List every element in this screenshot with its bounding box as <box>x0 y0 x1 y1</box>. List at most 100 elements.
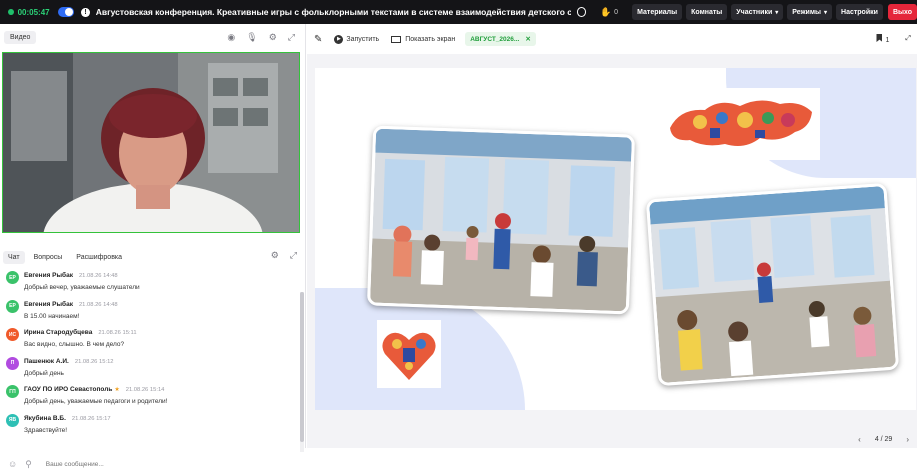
recording-indicator-icon <box>8 9 14 15</box>
tab-questions[interactable]: Вопросы <box>29 251 68 264</box>
modes-menu-button[interactable]: Режимы ▾ <box>787 4 833 20</box>
message-author: Ирина Стародубцева <box>24 329 93 336</box>
message-time: 21.08.26 15:17 <box>71 415 111 422</box>
avatar: ЕР <box>6 299 19 313</box>
avatar: ГП <box>6 385 19 398</box>
page-navigation: ‹ 4 / 29 › <box>307 430 917 448</box>
avatar: ЯВ <box>6 413 19 427</box>
kids-activity-photo <box>366 125 636 315</box>
top-bar: 00:05:47 ! Августовская конференция. Кре… <box>0 0 917 24</box>
message-text: Добрый день <box>24 369 64 377</box>
expand-icon[interactable]: ⤢ <box>290 250 297 261</box>
expand-icon[interactable]: ⤢ <box>905 35 911 43</box>
expand-icon[interactable]: ⤢ <box>288 32 295 43</box>
chat-scrollbar-thumb[interactable] <box>300 292 304 442</box>
message-time: 21.08.26 15:12 <box>74 358 114 365</box>
presentation-slide <box>315 68 916 410</box>
bookmark-icon <box>876 34 883 42</box>
message-time: 21.08.26 14:48 <box>78 301 118 308</box>
participants-menu-label: Участники <box>736 8 773 16</box>
chat-message: ЯВ Якубина В.Б. 21.08.26 15:17 Здравствуй… <box>0 411 300 440</box>
video-label: Видео <box>4 31 37 44</box>
video-header: Видео ◉ 🎙 ⚙ ⤢ <box>0 24 305 51</box>
avatar: П <box>6 356 19 370</box>
folk-map-image <box>670 100 812 146</box>
modes-menu-label: Режимы <box>792 8 821 16</box>
prev-page-button[interactable]: ‹ <box>858 435 861 444</box>
share-screen-label: Показать экран <box>405 35 456 43</box>
kids-floor-photo-image <box>648 186 897 383</box>
presentation-toolbar: ✎ ▶ Запустить Показать экран АВГУСТ_2026… <box>307 24 917 54</box>
message-time: 21.08.26 15:11 <box>98 330 137 336</box>
message-text: Здравствуйте! <box>24 426 68 434</box>
folk-map-illustration <box>660 88 820 160</box>
tab-transcription[interactable]: Расшифровка <box>71 251 127 264</box>
raised-hand-count: 0 <box>614 8 619 16</box>
attach-icon[interactable]: ⚲ <box>25 459 32 470</box>
file-chip[interactable]: АВГУСТ_2026... ✕ <box>465 32 536 46</box>
speaker-video-image <box>3 53 299 232</box>
materials-menu-label: Материалы <box>637 8 678 16</box>
monitor-icon <box>391 35 402 43</box>
message-author: Пашенюк А.И. <box>24 357 69 365</box>
chevron-down-icon: ▾ <box>775 9 779 16</box>
conference-title: Августовская конференция. Креативные игр… <box>95 7 571 17</box>
raised-hand-icon[interactable]: ✋ <box>600 7 611 18</box>
presentation-panel: ✎ ▶ Запустить Показать экран АВГУСТ_2026… <box>307 24 917 448</box>
chat-message: ЕР Евгения Рыбак 21.08.26 14:48 В 15.00 н… <box>0 297 300 326</box>
message-text: Добрый вечер, уважаемые слушатели <box>24 284 140 291</box>
tab-chat[interactable]: Чат <box>3 250 25 264</box>
brush-icon[interactable]: ✎ <box>314 34 322 45</box>
bookmark-count: 1 <box>885 37 890 44</box>
run-button[interactable]: ▶ Запустить <box>334 34 380 44</box>
message-time: 21.08.26 15:14 <box>125 387 165 393</box>
page-indicator: 4 / 29 <box>874 435 893 443</box>
gear-icon[interactable]: ⚙ <box>269 32 277 43</box>
message-time: 21.08.26 14:48 <box>78 273 118 279</box>
gear-icon[interactable]: ⚙ <box>271 250 279 261</box>
chat-input-row: ☺ ⚲ <box>0 456 306 472</box>
camera-icon[interactable]: ◉ <box>227 32 235 43</box>
share-screen-button[interactable]: Показать экран <box>391 35 456 43</box>
broadcast-toggle[interactable] <box>57 7 75 17</box>
avatar: ИС <box>6 328 19 341</box>
star-icon: ★ <box>114 387 120 393</box>
message-author: Якубина В.Б. <box>24 414 66 422</box>
chat-message: ГП ГАОУ ПО ИРО Севастополь ★ 21.08.26 15:1… <box>0 382 300 411</box>
message-author: ГАОУ ПО ИРО Севастополь <box>24 386 113 393</box>
rooms-menu-label: Комнаты <box>691 8 723 16</box>
folk-heart-image <box>382 332 436 380</box>
message-text: Вас видно, слышно. В чем дело? <box>24 341 125 348</box>
chat-message: ЕР Евгения Рыбак 21.08.26 14:48 Добрый ве… <box>0 268 300 297</box>
chat-message: ИС Ирина Стародубцева 21.08.26 15:11 Вас … <box>0 325 300 354</box>
next-page-button[interactable]: › <box>906 435 909 444</box>
participants-menu-button[interactable]: Участники ▾ <box>731 4 784 20</box>
bookmark-button[interactable]: 1 <box>876 34 889 44</box>
materials-menu-button[interactable]: Материалы <box>632 4 683 20</box>
video-controls: ◉ 🎙 ⚙ ⤢ <box>227 32 295 43</box>
settings-menu-label: Настройки <box>841 8 878 16</box>
smile-icon[interactable]: ☺ <box>8 459 17 469</box>
kids-play-photo <box>645 182 900 387</box>
left-panel: Видео ◉ 🎙 ⚙ ⤢ Чат Вопросы Расшифровка ⚙ … <box>0 24 306 469</box>
exit-button[interactable]: Выхо <box>887 4 917 20</box>
close-icon[interactable]: ✕ <box>525 35 530 43</box>
file-chip-label: АВГУСТ_2026... <box>470 35 520 43</box>
rooms-menu-button[interactable]: Комнаты <box>686 4 728 20</box>
emoji-reaction-icon[interactable] <box>576 7 586 17</box>
microphone-icon[interactable]: 🎙 <box>246 32 257 43</box>
message-text: Добрый день, уважаемые педагоги и родите… <box>24 398 168 405</box>
speaker-video[interactable] <box>2 52 300 233</box>
message-text: В 15.00 начинаем! <box>24 312 80 320</box>
chat-message: П Пашенюк А.И. 21.08.26 15:12 Добрый день <box>0 354 300 383</box>
chat-tabs: Чат Вопросы Расшифровка <box>0 248 306 266</box>
toolbar-right: 1 ⤢ <box>876 34 911 44</box>
chat-message-list[interactable]: ЕР Евгения Рыбак 21.08.26 14:48 Добрый ве… <box>0 268 300 452</box>
settings-menu-button[interactable]: Настройки <box>836 4 883 20</box>
info-icon[interactable]: ! <box>81 7 90 17</box>
play-icon: ▶ <box>334 34 344 44</box>
folk-heart-illustration <box>377 320 441 388</box>
run-label: Запустить <box>346 35 380 43</box>
chat-message-input[interactable] <box>45 460 246 468</box>
avatar: ЕР <box>6 271 19 284</box>
